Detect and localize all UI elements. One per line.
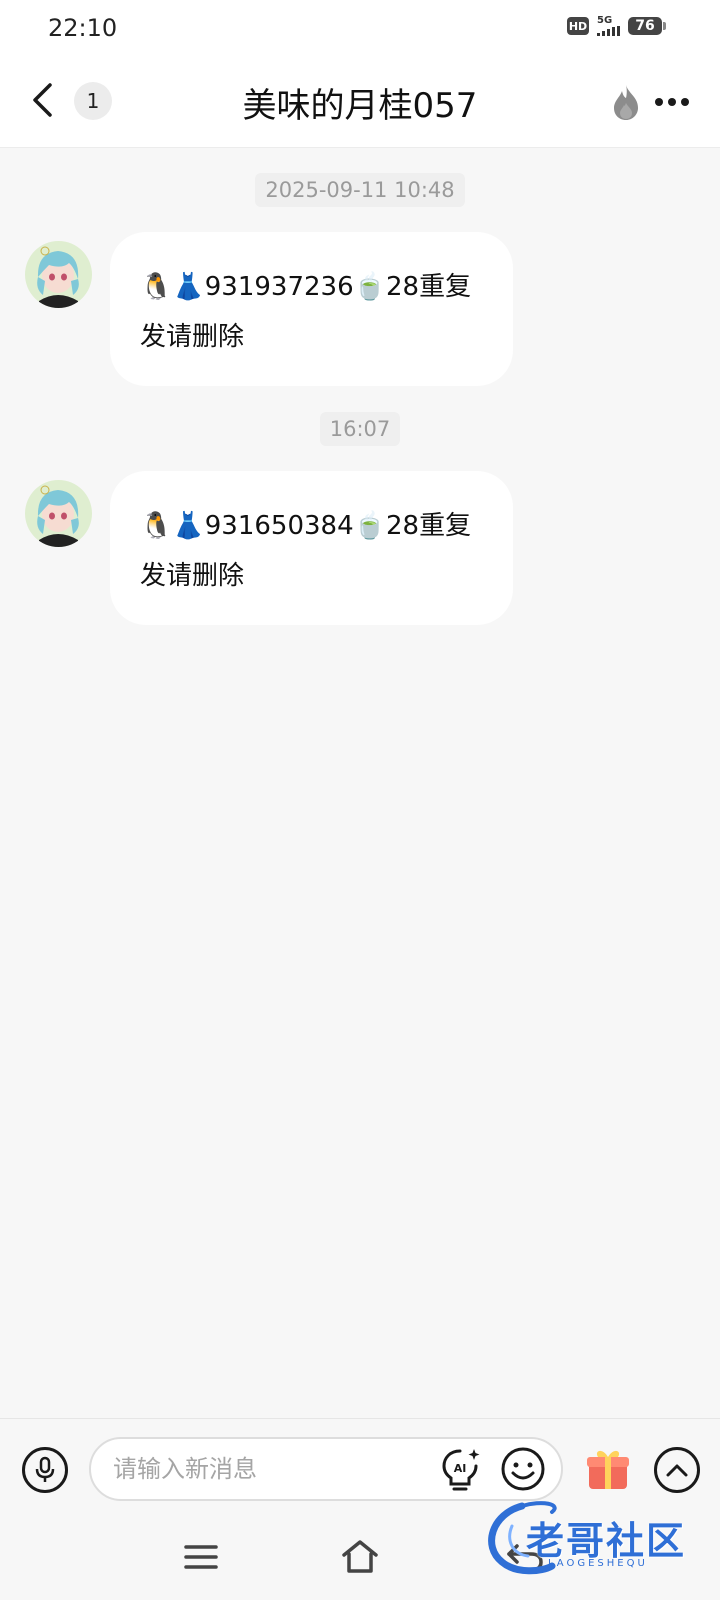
avatar[interactable] — [25, 480, 92, 547]
back-arrow-icon — [507, 1544, 543, 1572]
message-bubble[interactable]: 🐧👗931650384🍵28重复 发请删除 — [110, 471, 513, 625]
more-button[interactable] — [652, 84, 692, 120]
message-number: 931937236 — [204, 272, 354, 302]
ai-assistant-button[interactable]: AI — [440, 1447, 482, 1493]
expand-more-button[interactable] — [654, 1447, 700, 1493]
anime-avatar-image — [25, 480, 92, 547]
ai-bulb-icon: AI — [442, 1449, 480, 1491]
system-nav-bar — [0, 1520, 720, 1600]
message-text: 28重复 — [386, 511, 472, 541]
chat-header: 1 美味的月桂057 — [0, 56, 720, 148]
message-number: 931650384 — [204, 511, 354, 541]
nav-home-button[interactable] — [340, 1538, 380, 1576]
message-input-bar: AI — [0, 1418, 720, 1520]
more-horizontal-icon — [655, 98, 689, 106]
voice-button[interactable] — [22, 1447, 68, 1493]
flame-button[interactable] — [606, 80, 646, 124]
message-line-1: 🐧👗931937236🍵28重复 — [140, 262, 485, 312]
status-bar: 22:10 HD 5G 76 — [0, 0, 720, 56]
anime-avatar-image — [25, 241, 92, 308]
message-emoji: 🍵 — [353, 511, 387, 541]
gift-button[interactable] — [584, 1445, 632, 1493]
hd-badge: HD — [567, 17, 589, 35]
emoji-button[interactable] — [500, 1446, 546, 1492]
message-emoji: 🐧👗 — [140, 511, 205, 541]
battery-icon: 76 — [628, 17, 666, 35]
ai-label: AI — [454, 1462, 467, 1475]
message-text: 28重复 — [386, 272, 472, 302]
message-timestamp: 2025-09-11 10:48 — [0, 173, 720, 207]
message-line-2: 发请删除 — [140, 561, 245, 591]
message-input[interactable] — [89, 1437, 563, 1501]
status-icons: HD 5G 76 — [567, 16, 666, 36]
message-bubble[interactable]: 🐧👗931937236🍵28重复 发请删除 — [110, 232, 513, 386]
timestamp-text: 16:07 — [319, 412, 401, 446]
message-line-1: 🐧👗931650384🍵28重复 — [140, 501, 485, 551]
avatar[interactable] — [25, 241, 92, 308]
message-emoji: 🍵 — [353, 272, 387, 302]
nav-back-button[interactable] — [505, 1540, 545, 1574]
smiley-icon — [501, 1447, 545, 1491]
microphone-icon — [35, 1456, 55, 1482]
chevron-up-icon — [666, 1464, 688, 1477]
message-emoji: 🐧👗 — [140, 272, 205, 302]
message-timestamp: 16:07 — [0, 412, 720, 446]
status-time: 22:10 — [48, 14, 118, 42]
nav-recents-button[interactable] — [183, 1542, 219, 1572]
flame-icon — [614, 85, 638, 120]
timestamp-text: 2025-09-11 10:48 — [255, 173, 465, 207]
gift-icon — [587, 1450, 629, 1489]
message-line-2: 发请删除 — [140, 322, 245, 352]
home-icon — [342, 1540, 378, 1573]
network-type: 5G — [597, 15, 613, 26]
signal-icon: 5G — [597, 16, 620, 36]
menu-icon — [184, 1545, 218, 1569]
